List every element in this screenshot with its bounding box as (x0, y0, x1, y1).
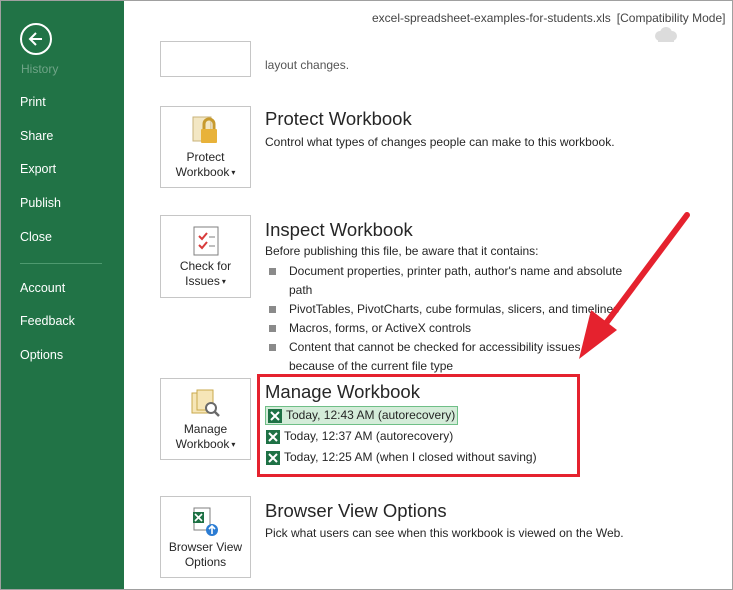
sidebar-item-export[interactable]: Export (20, 162, 56, 176)
list-item: PivotTables, PivotCharts, cube formulas,… (269, 300, 629, 319)
bullet-text: PivotTables, PivotCharts, cube formulas,… (289, 302, 620, 316)
inspect-workbook-title: Inspect Workbook (265, 219, 413, 240)
bullet-square-icon (269, 325, 276, 332)
check-for-issues-button[interactable]: Check for Issues ▾ (160, 215, 251, 298)
browser-view-description: Pick what users can see when this workbo… (265, 526, 624, 540)
sidebar-item-publish[interactable]: Publish (20, 196, 61, 210)
manage-button-line1: Manage (183, 422, 228, 436)
manage-workbook-button[interactable]: Manage Workbook ▾ (160, 378, 251, 460)
partial-description: layout changes. (265, 58, 350, 72)
backstage-sidebar: History Print Share Export Publish Close… (1, 1, 124, 589)
manage-button-line2: Workbook (175, 437, 230, 451)
sidebar-item-print[interactable]: Print (20, 95, 46, 109)
inspect-workbook-description: Before publishing this file, be aware th… (265, 244, 539, 258)
inspect-bullet-list: Document properties, printer path, autho… (269, 262, 629, 376)
protect-button-line2: Workbook (175, 165, 230, 179)
bullet-text: Macros, forms, or ActiveX controls (289, 321, 472, 335)
filename: excel-spreadsheet-examples-for-students.… (372, 11, 611, 25)
protect-workbook-title: Protect Workbook (265, 108, 412, 129)
sidebar-item-account[interactable]: Account (20, 281, 65, 295)
sidebar-item-share[interactable]: Share (20, 129, 53, 143)
browser-button-line2: Options (184, 555, 227, 569)
compatibility-mode-label: [Compatibility Mode] (616, 11, 726, 25)
inspect-button-line1: Check for (179, 259, 232, 273)
inspect-button-line2-wrap: Issues ▾ (161, 274, 250, 289)
lock-icon (161, 115, 250, 151)
protect-workbook-description: Control what types of changes people can… (265, 135, 615, 149)
protect-button-line2-wrap: Workbook ▾ (161, 165, 250, 180)
back-arrow-icon (28, 32, 42, 46)
bullet-text: Document properties, printer path, autho… (289, 264, 623, 297)
protect-button-line1: Protect (186, 150, 225, 164)
sidebar-divider (20, 263, 102, 264)
dropdown-caret-icon: ▾ (221, 277, 226, 287)
inspect-button-line2: Issues (185, 274, 220, 288)
document-search-icon (161, 387, 250, 423)
highlight-box (257, 374, 580, 477)
list-item: Document properties, printer path, autho… (269, 262, 629, 300)
browser-button-line1: Browser View (168, 540, 243, 554)
sidebar-item-close[interactable]: Close (20, 230, 52, 244)
checklist-icon (161, 224, 250, 260)
manage-button-line2-wrap: Workbook ▾ (161, 437, 250, 452)
browser-view-options-button[interactable]: Browser View Options (160, 496, 251, 578)
excel-web-icon (161, 505, 250, 541)
sidebar-item-feedback[interactable]: Feedback (20, 314, 75, 328)
back-button[interactable] (20, 23, 52, 55)
dropdown-caret-icon: ▾ (231, 440, 236, 450)
sidebar-item-options[interactable]: Options (20, 348, 63, 362)
sidebar-item-history[interactable]: History (21, 62, 58, 76)
window-title: excel-spreadsheet-examples-for-students.… (372, 11, 726, 25)
bullet-square-icon (269, 306, 276, 313)
partial-top-card[interactable] (160, 41, 251, 77)
list-item: Content that cannot be checked for acces… (269, 338, 629, 376)
excel-backstage-window: History Print Share Export Publish Close… (0, 0, 733, 590)
browser-view-title: Browser View Options (265, 500, 447, 521)
list-item: Macros, forms, or ActiveX controls (269, 319, 629, 338)
protect-workbook-button[interactable]: Protect Workbook ▾ (160, 106, 251, 188)
bullet-text: Content that cannot be checked for acces… (289, 340, 581, 373)
dropdown-caret-icon: ▾ (231, 168, 236, 178)
bullet-square-icon (269, 344, 276, 351)
bullet-square-icon (269, 268, 276, 275)
user-avatar-icon[interactable] (653, 25, 679, 45)
